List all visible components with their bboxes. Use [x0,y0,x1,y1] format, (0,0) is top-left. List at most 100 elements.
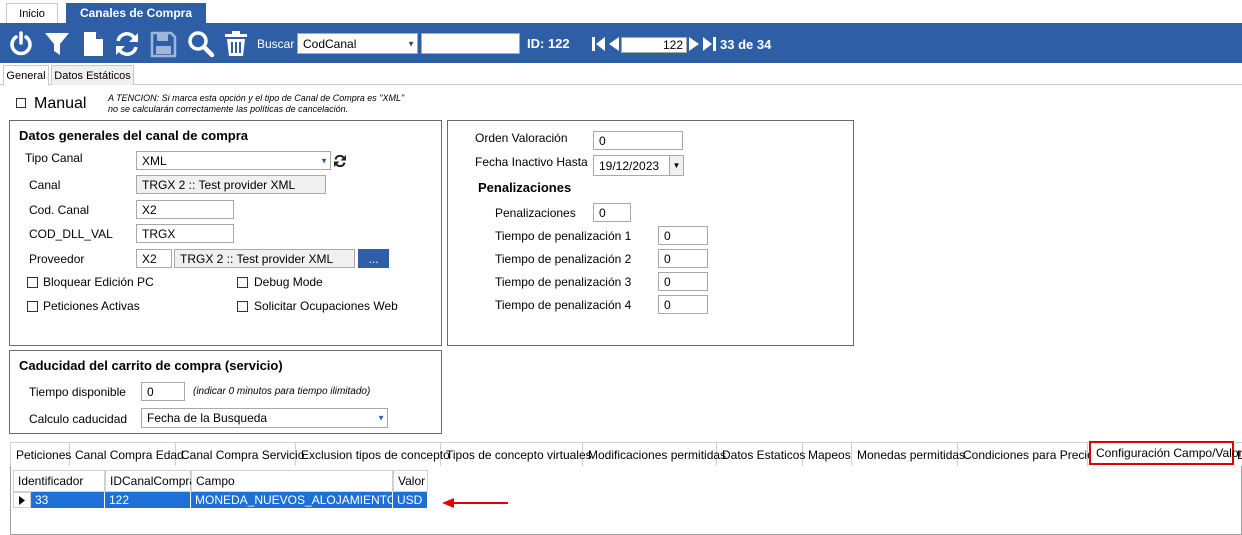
manual-label: Manual [34,95,87,112]
cod-canal-field[interactable]: X2 [136,200,234,219]
peticiones-activas-checkbox[interactable] [27,301,38,312]
proveedor-label: Proveedor [29,252,85,266]
previous-record-icon[interactable] [608,37,619,51]
calculo-caducidad-label: Calculo caducidad [29,412,128,426]
cell-idcanalcompra[interactable]: 122 [105,492,191,508]
tab-overflow[interactable]: L [1235,442,1242,466]
tab-exclusion-tipos[interactable]: Exclusion tipos de concepto [296,442,450,466]
tab-canal-compra-servicio[interactable]: Canal Compra Servicio [176,442,304,466]
penalizaciones-title: Penalizaciones [478,180,572,195]
chevron-down-icon: ▼ [407,39,415,48]
tiempo-penalizacion-4-field[interactable]: 0 [658,295,708,314]
tiempo-penalizacion-2-field[interactable]: 0 [658,249,708,268]
proveedor-browse-button[interactable]: ... [358,249,389,268]
save-icon[interactable] [149,30,177,58]
tab-general[interactable]: General [3,65,49,86]
calendar-dropdown-icon[interactable]: ▼ [669,156,683,175]
tiempo-penalizacion-1-label: Tiempo de penalización 1 [495,229,632,243]
general-panel: Datos generales del canal de compra Tipo… [9,120,442,346]
row-selector-icon[interactable] [13,492,31,508]
orden-valoracion-field[interactable]: 0 [593,131,683,150]
search-icon[interactable] [187,30,215,58]
tab-datos-estaticos[interactable]: Datos Estáticos [51,65,134,85]
tab-configuracion-campo-valor[interactable]: Configuración Campo/Valor [1089,441,1242,465]
search-field-select[interactable]: CodCanal ▼ [297,33,418,54]
record-id: ID: 122 [527,36,570,51]
filter-icon[interactable] [43,30,71,58]
cod-dll-val-label: COD_DLL_VAL [29,227,113,241]
bloquear-edicion-label: Bloquear Edición PC [43,275,154,289]
detail-tab-bar: Peticiones Canal Compra Edad Canal Compr… [10,441,1242,466]
solicitar-ocupaciones-checkbox[interactable] [237,301,248,312]
fecha-inactivo-value: 19/12/2023 [599,158,660,173]
search-label: Buscar [257,37,295,51]
next-record-icon[interactable] [689,37,700,51]
tiempo-penalizacion-3-label: Tiempo de penalización 3 [495,275,632,289]
tiempo-penalizacion-2-label: Tiempo de penalización 2 [495,252,632,266]
canal-field[interactable]: TRGX 2 :: Test provider XML [136,175,326,194]
tab-datos-estaticos-detail[interactable]: Datos Estaticos [717,442,805,466]
caducidad-panel: Caducidad del carrito de compra (servici… [9,350,442,434]
record-number-value: 122 [662,38,683,52]
campo-valor-grid: Identificador IDCanalCompra Campo Valor … [10,466,1242,535]
annotation-arrow-icon [442,498,508,508]
power-icon[interactable] [7,30,35,58]
tab-canal-compra-edad[interactable]: Canal Compra Edad [70,442,184,466]
proveedor-code-field[interactable]: X2 [136,249,172,268]
canal-label: Canal [29,178,61,192]
tab-modificaciones-permitidas[interactable]: Modificaciones permitidas [583,442,726,466]
search-field-value: CodCanal [303,36,357,51]
proveedor-name-field[interactable]: TRGX 2 :: Test provider XML [174,249,355,268]
fecha-inactivo-picker[interactable]: 19/12/2023 ▼ [593,155,684,176]
tab-mapeos[interactable]: Mapeos [803,442,852,466]
penalizaciones-label: Penalizaciones [495,206,576,220]
new-document-icon[interactable] [79,30,107,58]
tab-monedas-permitidas[interactable]: Monedas permitidas [852,442,965,466]
record-number-input[interactable]: 122 [621,37,687,53]
last-record-icon[interactable] [703,37,716,51]
debug-mode-label: Debug Mode [254,275,323,289]
tiempo-penalizacion-1-field[interactable]: 0 [658,226,708,245]
orden-valoracion-label: Orden Valoración [475,131,568,145]
tab-condiciones-precios[interactable]: Condiciones para Precios [958,442,1100,466]
calculo-caducidad-select[interactable]: Fecha de la Busqueda ▼ [141,408,388,428]
tab-tipos-concepto-virtuales[interactable]: Tipos de concepto virtuales [441,442,592,466]
first-record-icon[interactable] [592,37,605,51]
tab-peticiones[interactable]: Peticiones [10,442,71,466]
cod-dll-val-field[interactable]: TRGX [136,224,234,243]
column-header-valor[interactable]: Valor [393,470,428,492]
tiempo-penalizacion-3-field[interactable]: 0 [658,272,708,291]
tiempo-disponible-label: Tiempo disponible [29,385,126,399]
sub-tab-bar: General Datos Estáticos [0,63,1242,86]
tiempo-penalizacion-4-label: Tiempo de penalización 4 [495,298,632,312]
bloquear-edicion-checkbox[interactable] [27,277,38,288]
tab-inicio[interactable]: Inicio [6,3,58,23]
trash-icon[interactable] [222,30,250,58]
cell-identificador[interactable]: 33 [31,492,105,508]
column-header-idcanalcompra[interactable]: IDCanalCompra [105,470,196,492]
cod-canal-label: Cod. Canal [29,203,90,217]
chevron-down-icon: ▼ [320,156,328,165]
search-input[interactable] [421,33,520,54]
caducidad-title: Caducidad del carrito de compra (servici… [19,358,283,373]
manual-checkbox[interactable] [16,98,26,108]
column-header-identificador[interactable]: Identificador [13,470,105,492]
toolbar: Buscar CodCanal ▼ ID: 122 122 33 de 34 [0,23,1242,63]
refresh-tipo-canal-icon[interactable] [333,154,347,168]
solicitar-ocupaciones-label: Solicitar Ocupaciones Web [254,299,398,313]
tipo-canal-value: XML [142,153,167,168]
manual-warning-line1: A TENCION: Si marca esta opción y el tip… [108,93,405,103]
penalizaciones-field[interactable]: 0 [593,203,631,222]
tab-canales-de-compra[interactable]: Canales de Compra [66,3,206,23]
tiempo-disponible-field[interactable]: 0 [141,382,185,401]
tipo-canal-select[interactable]: XML ▼ [136,151,331,170]
tiempo-disponible-hint: (indicar 0 minutos para tiempo ilimitado… [193,386,371,397]
cell-campo[interactable]: MONEDA_NUEVOS_ALOJAMIENTOS [191,492,404,508]
debug-mode-checkbox[interactable] [237,277,248,288]
column-header-campo[interactable]: Campo [191,470,393,492]
peticiones-activas-label: Peticiones Activas [43,299,140,313]
refresh-icon[interactable] [113,30,141,58]
manual-warning-line2: no se calcularán correctamente las polít… [108,104,349,114]
cell-valor[interactable]: USD [393,492,428,508]
calculo-caducidad-value: Fecha de la Busqueda [147,411,268,425]
